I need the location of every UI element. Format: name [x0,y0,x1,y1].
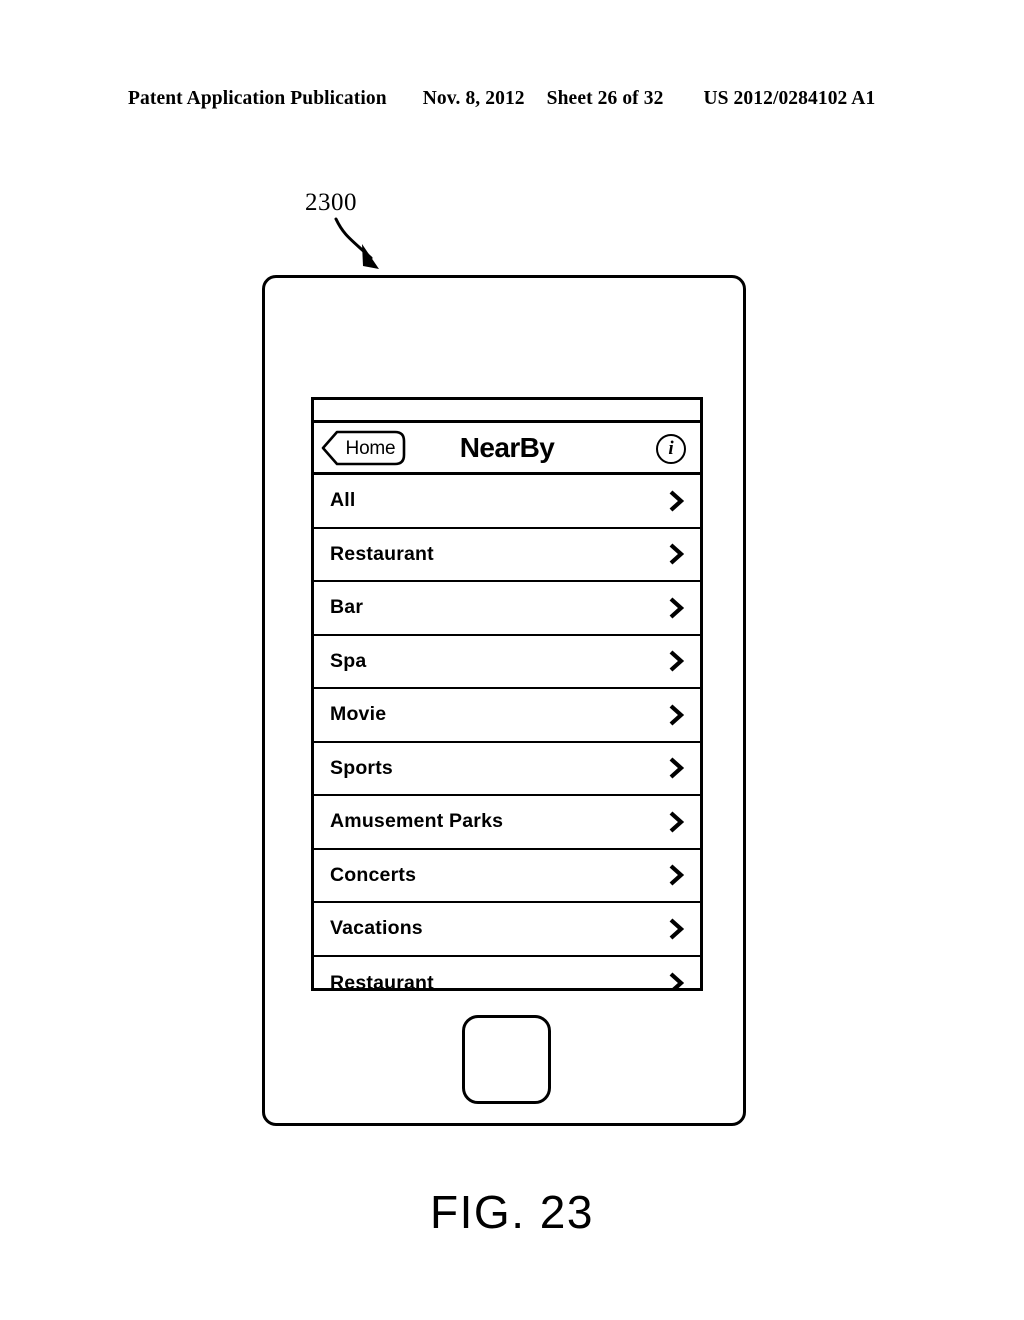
chevron-right-icon [669,490,684,512]
list-item-label: Sports [330,756,393,779]
list-item[interactable]: Movie [314,689,700,743]
list-item-label: Movie [330,703,387,726]
publication-date: Nov. 8, 2012 [422,88,525,109]
back-button-label: Home [345,437,396,459]
back-button-home[interactable]: Home [321,430,406,466]
list-item[interactable]: Bar [314,582,700,636]
device-screen: Home NearBy i All Restaurant Bar Spa Mov… [311,397,703,991]
list-item-label: Bar [330,596,364,619]
list-item[interactable]: Restaurant [314,956,700,991]
reference-numeral-2300: 2300 [305,189,357,216]
list-item-label: Concerts [330,863,417,886]
list-item[interactable]: Restaurant [314,528,700,582]
chevron-right-icon [669,597,684,619]
patent-number: US 2012/0284102 A1 [703,88,876,109]
publication-title: Patent Application Publication [128,88,387,109]
info-icon-glyph: i [668,437,674,459]
list-item[interactable]: All [314,475,700,529]
chevron-right-icon [669,811,684,833]
sheet-number: Sheet 26 of 32 [546,88,664,109]
list-item[interactable]: Concerts [314,849,700,903]
app-navigation-bar: Home NearBy i [314,423,700,475]
publication-header: Patent Application Publication Nov. 8, 2… [128,88,896,114]
mobile-device-body: Home NearBy i All Restaurant Bar Spa Mov… [262,275,746,1126]
list-item-label: Spa [330,649,367,672]
chevron-right-icon [669,757,684,779]
chevron-right-icon [669,864,684,886]
chevron-right-icon [669,972,684,988]
list-item[interactable]: Spa [314,635,700,689]
chevron-right-icon [669,543,684,565]
hardware-home-button[interactable] [462,1015,551,1104]
list-item-label: Restaurant [330,542,434,565]
list-item-label: All [330,489,356,512]
figure-caption: FIG. 23 [430,1186,594,1238]
list-item-label: Amusement Parks [330,810,504,833]
list-item[interactable]: Sports [314,742,700,796]
category-list: All Restaurant Bar Spa Movie Sports Amus… [314,475,700,991]
chevron-right-icon [669,918,684,940]
list-item-label: Vacations [330,917,423,940]
list-item-label: Restaurant [330,971,434,991]
list-item[interactable]: Vacations [314,903,700,957]
status-bar [314,400,700,423]
list-item[interactable]: Amusement Parks [314,796,700,850]
chevron-right-icon [669,704,684,726]
info-icon[interactable]: i [656,434,686,464]
chevron-right-icon [669,650,684,672]
